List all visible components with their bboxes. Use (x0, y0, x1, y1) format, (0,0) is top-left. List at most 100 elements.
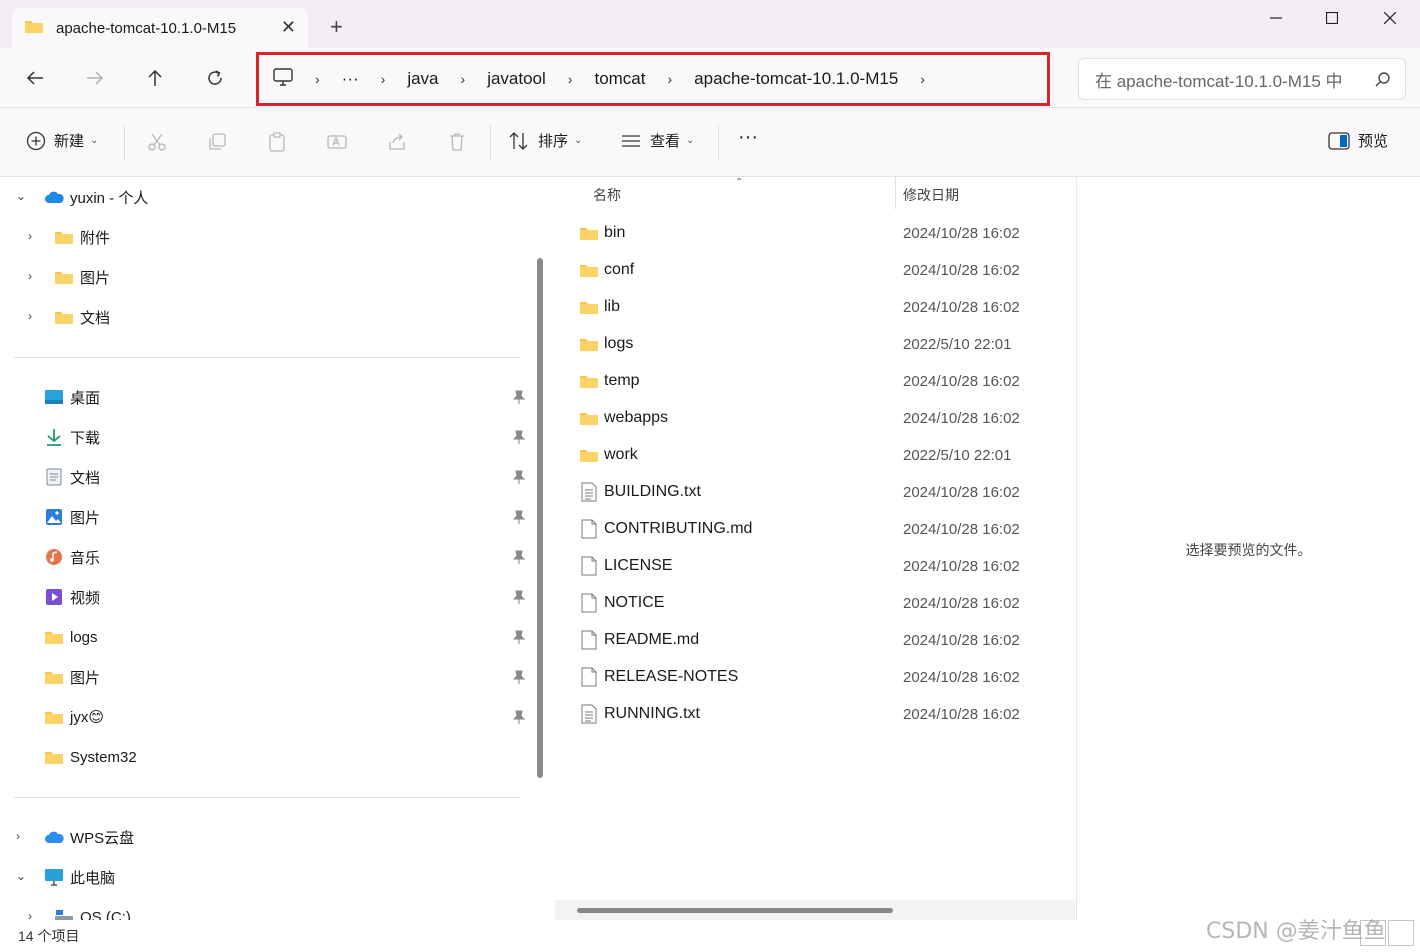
maximize-button[interactable] (1304, 0, 1360, 36)
file-modified-date: 2024/10/28 16:02 (903, 520, 1020, 538)
sidebar-divider (14, 357, 520, 358)
navigation-bar: › ··· › java › javatool › tomcat › apach… (0, 48, 1420, 108)
minimize-button[interactable] (1248, 0, 1304, 36)
sidebar-item-os-drive[interactable]: OS (C:) (54, 903, 131, 920)
column-separator[interactable] (895, 177, 896, 209)
table-row[interactable]: logs 2022/5/10 22:01 (579, 329, 1059, 359)
breadcrumb-current[interactable]: apache-tomcat-10.1.0-M15 (694, 69, 898, 89)
chevron-right-icon[interactable]: › (28, 269, 42, 283)
sidebar-item-downloads[interactable]: 下载 (44, 423, 100, 451)
table-row[interactable]: RUNNING.txt 2024/10/28 16:02 (579, 699, 1059, 729)
new-button[interactable]: 新建 ⌄ (26, 130, 98, 151)
sidebar-item-logs[interactable]: logs (44, 623, 98, 651)
text-file-icon (579, 482, 599, 502)
chevron-right-icon[interactable]: › (16, 829, 30, 843)
pin-icon[interactable] (512, 630, 526, 644)
sidebar-item-documents[interactable]: 文档 (54, 303, 110, 331)
chevron-right-icon[interactable]: › (28, 229, 42, 243)
table-row[interactable]: webapps 2024/10/28 16:02 (579, 403, 1059, 433)
chevron-right-icon[interactable]: › (315, 71, 320, 87)
paste-icon[interactable] (265, 130, 289, 154)
rename-icon[interactable] (325, 130, 349, 154)
file-name: CONTRIBUTING.md (604, 520, 753, 537)
file-name: bin (604, 224, 626, 241)
chevron-right-icon[interactable]: › (461, 71, 466, 87)
window-tab[interactable]: apache-tomcat-10.1.0-M15 ✕ (12, 8, 308, 48)
preview-pane-button[interactable]: 预览 (1328, 130, 1388, 151)
sidebar-item-music[interactable]: 音乐 (44, 543, 100, 571)
pin-icon[interactable] (512, 670, 526, 684)
forward-button[interactable] (80, 63, 110, 93)
copy-icon[interactable] (205, 130, 229, 154)
tab-close-button[interactable]: ✕ (281, 18, 296, 36)
table-row[interactable]: CONTRIBUTING.md 2024/10/28 16:02 (579, 514, 1059, 544)
table-row[interactable]: lib 2024/10/28 16:02 (579, 292, 1059, 322)
sidebar-item-onedrive[interactable]: yuxin - 个人 (44, 183, 148, 211)
sidebar-item-system32[interactable]: System32 (44, 743, 137, 771)
delete-icon[interactable] (445, 130, 469, 154)
sidebar-item-desktop[interactable]: 桌面 (44, 383, 100, 411)
sidebar-scrollbar[interactable] (537, 258, 543, 778)
sidebar-item-this-pc[interactable]: 此电脑 (44, 863, 115, 891)
sidebar-item-label: 下载 (70, 429, 101, 447)
sort-button[interactable]: 排序 ⌄ (508, 130, 582, 151)
up-button[interactable] (140, 63, 170, 93)
file-modified-date: 2024/10/28 16:02 (903, 372, 1020, 390)
pin-icon[interactable] (512, 710, 526, 724)
table-row[interactable]: bin 2024/10/28 16:02 (579, 218, 1059, 248)
view-lines-icon (622, 134, 640, 147)
sidebar-item-videos[interactable]: 视频 (44, 583, 100, 611)
chevron-right-icon[interactable]: › (28, 909, 42, 920)
sidebar-item-jyx[interactable]: jyx😊 (44, 703, 104, 731)
more-options-button[interactable]: ··· (738, 126, 758, 149)
column-header-name[interactable]: 名称 (593, 185, 621, 205)
cut-icon[interactable] (145, 130, 169, 154)
chevron-down-icon[interactable]: ⌄ (16, 869, 30, 883)
table-row[interactable]: LICENSE 2024/10/28 16:02 (579, 551, 1059, 581)
breadcrumb-javatool[interactable]: javatool (487, 69, 546, 89)
pin-icon[interactable] (512, 590, 526, 604)
breadcrumb-tomcat[interactable]: tomcat (594, 69, 645, 89)
chevron-right-icon[interactable]: › (28, 309, 42, 323)
chevron-down-icon[interactable]: ⌄ (16, 189, 30, 203)
pin-icon[interactable] (512, 550, 526, 564)
breadcrumb-java[interactable]: java (407, 69, 438, 89)
address-bar[interactable]: › ··· › java › javatool › tomcat › apach… (256, 52, 1050, 106)
search-input[interactable]: 在 apache-tomcat-10.1.0-M15 中 (1078, 58, 1406, 100)
computer-icon[interactable] (273, 68, 293, 90)
share-icon[interactable] (385, 130, 409, 154)
refresh-button[interactable] (200, 63, 230, 93)
chevron-right-icon[interactable]: › (381, 71, 386, 87)
sidebar-item-pictures[interactable]: 图片 (54, 263, 110, 291)
table-row[interactable]: conf 2024/10/28 16:02 (579, 255, 1059, 285)
column-header-modified[interactable]: 修改日期 (903, 185, 959, 205)
pin-icon[interactable] (512, 430, 526, 444)
music-icon (44, 547, 64, 567)
table-row[interactable]: temp 2024/10/28 16:02 (579, 366, 1059, 396)
table-row[interactable]: BUILDING.txt 2024/10/28 16:02 (579, 477, 1059, 507)
close-window-button[interactable] (1362, 0, 1418, 36)
pin-icon[interactable] (512, 390, 526, 404)
sidebar-item-pictures-quick[interactable]: 图片 (44, 503, 100, 531)
pictures-icon (44, 507, 64, 527)
sidebar-item-wps-cloud[interactable]: WPS云盘 (44, 823, 134, 851)
sidebar-item-pictures-folder[interactable]: 图片 (44, 663, 100, 691)
pin-icon[interactable] (512, 470, 526, 484)
table-row[interactable]: NOTICE 2024/10/28 16:02 (579, 588, 1059, 618)
breadcrumb-overflow[interactable]: ··· (342, 69, 359, 89)
tiles-view-button[interactable] (1388, 920, 1414, 946)
view-button[interactable]: 查看 ⌄ (620, 130, 694, 151)
document-icon (44, 467, 64, 487)
sidebar-item-documents-quick[interactable]: 文档 (44, 463, 100, 491)
chevron-right-icon[interactable]: › (568, 71, 573, 87)
pin-icon[interactable] (512, 510, 526, 524)
table-row[interactable]: RELEASE-NOTES 2024/10/28 16:02 (579, 662, 1059, 692)
horizontal-scrollbar[interactable] (577, 908, 893, 913)
table-row[interactable]: work 2022/5/10 22:01 (579, 440, 1059, 470)
new-tab-button[interactable]: + (330, 16, 343, 38)
sidebar-item-attachments[interactable]: 附件 (54, 223, 110, 251)
back-button[interactable] (20, 63, 50, 93)
chevron-right-icon[interactable]: › (668, 71, 673, 87)
chevron-right-icon[interactable]: › (920, 71, 925, 87)
table-row[interactable]: README.md 2024/10/28 16:02 (579, 625, 1059, 655)
